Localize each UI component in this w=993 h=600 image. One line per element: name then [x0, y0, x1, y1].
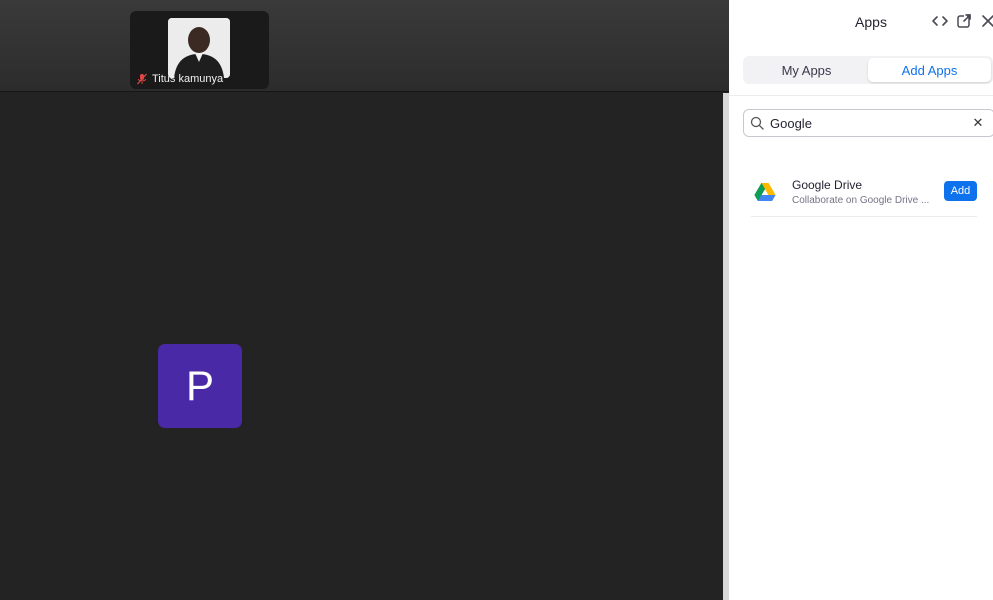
participant-name: Titus kamunya — [152, 73, 224, 85]
tab-add-apps[interactable]: Add Apps — [868, 58, 991, 82]
tab-my-apps[interactable]: My Apps — [745, 58, 868, 82]
search-input[interactable] — [770, 115, 972, 131]
close-icon[interactable] — [979, 12, 993, 30]
code-icon[interactable] — [931, 12, 949, 30]
participant-thumbnail[interactable]: Titus kamunya — [130, 11, 269, 89]
panel-title: Apps — [855, 14, 887, 30]
participant-photo — [168, 18, 230, 78]
participant-name-label: Titus kamunya — [136, 73, 223, 85]
app-search-box: ✕ — [743, 109, 993, 137]
search-icon — [750, 116, 764, 130]
apps-tab-switcher: My Apps Add Apps — [743, 56, 993, 84]
apps-panel: Apps My Apps Add Apps ✕ Google Drive — [729, 0, 993, 600]
app-name: Google Drive — [792, 178, 863, 192]
add-app-button[interactable]: Add — [944, 181, 977, 201]
clear-search-icon[interactable]: ✕ — [972, 115, 984, 131]
app-description: Collaborate on Google Drive ... — [792, 195, 930, 206]
avatar-initial: P — [185, 362, 214, 409]
popout-icon[interactable] — [955, 12, 973, 30]
app-result-row[interactable]: Google Drive Collaborate on Google Drive… — [751, 165, 977, 217]
divider — [729, 95, 993, 96]
google-drive-icon — [754, 183, 776, 201]
microphone-muted-icon — [136, 73, 148, 85]
meeting-area: Titus kamunya P — [0, 0, 729, 600]
participant-strip: Titus kamunya — [0, 0, 729, 92]
participant-avatar-tile[interactable]: P — [158, 344, 242, 428]
main-video-view — [0, 93, 723, 600]
